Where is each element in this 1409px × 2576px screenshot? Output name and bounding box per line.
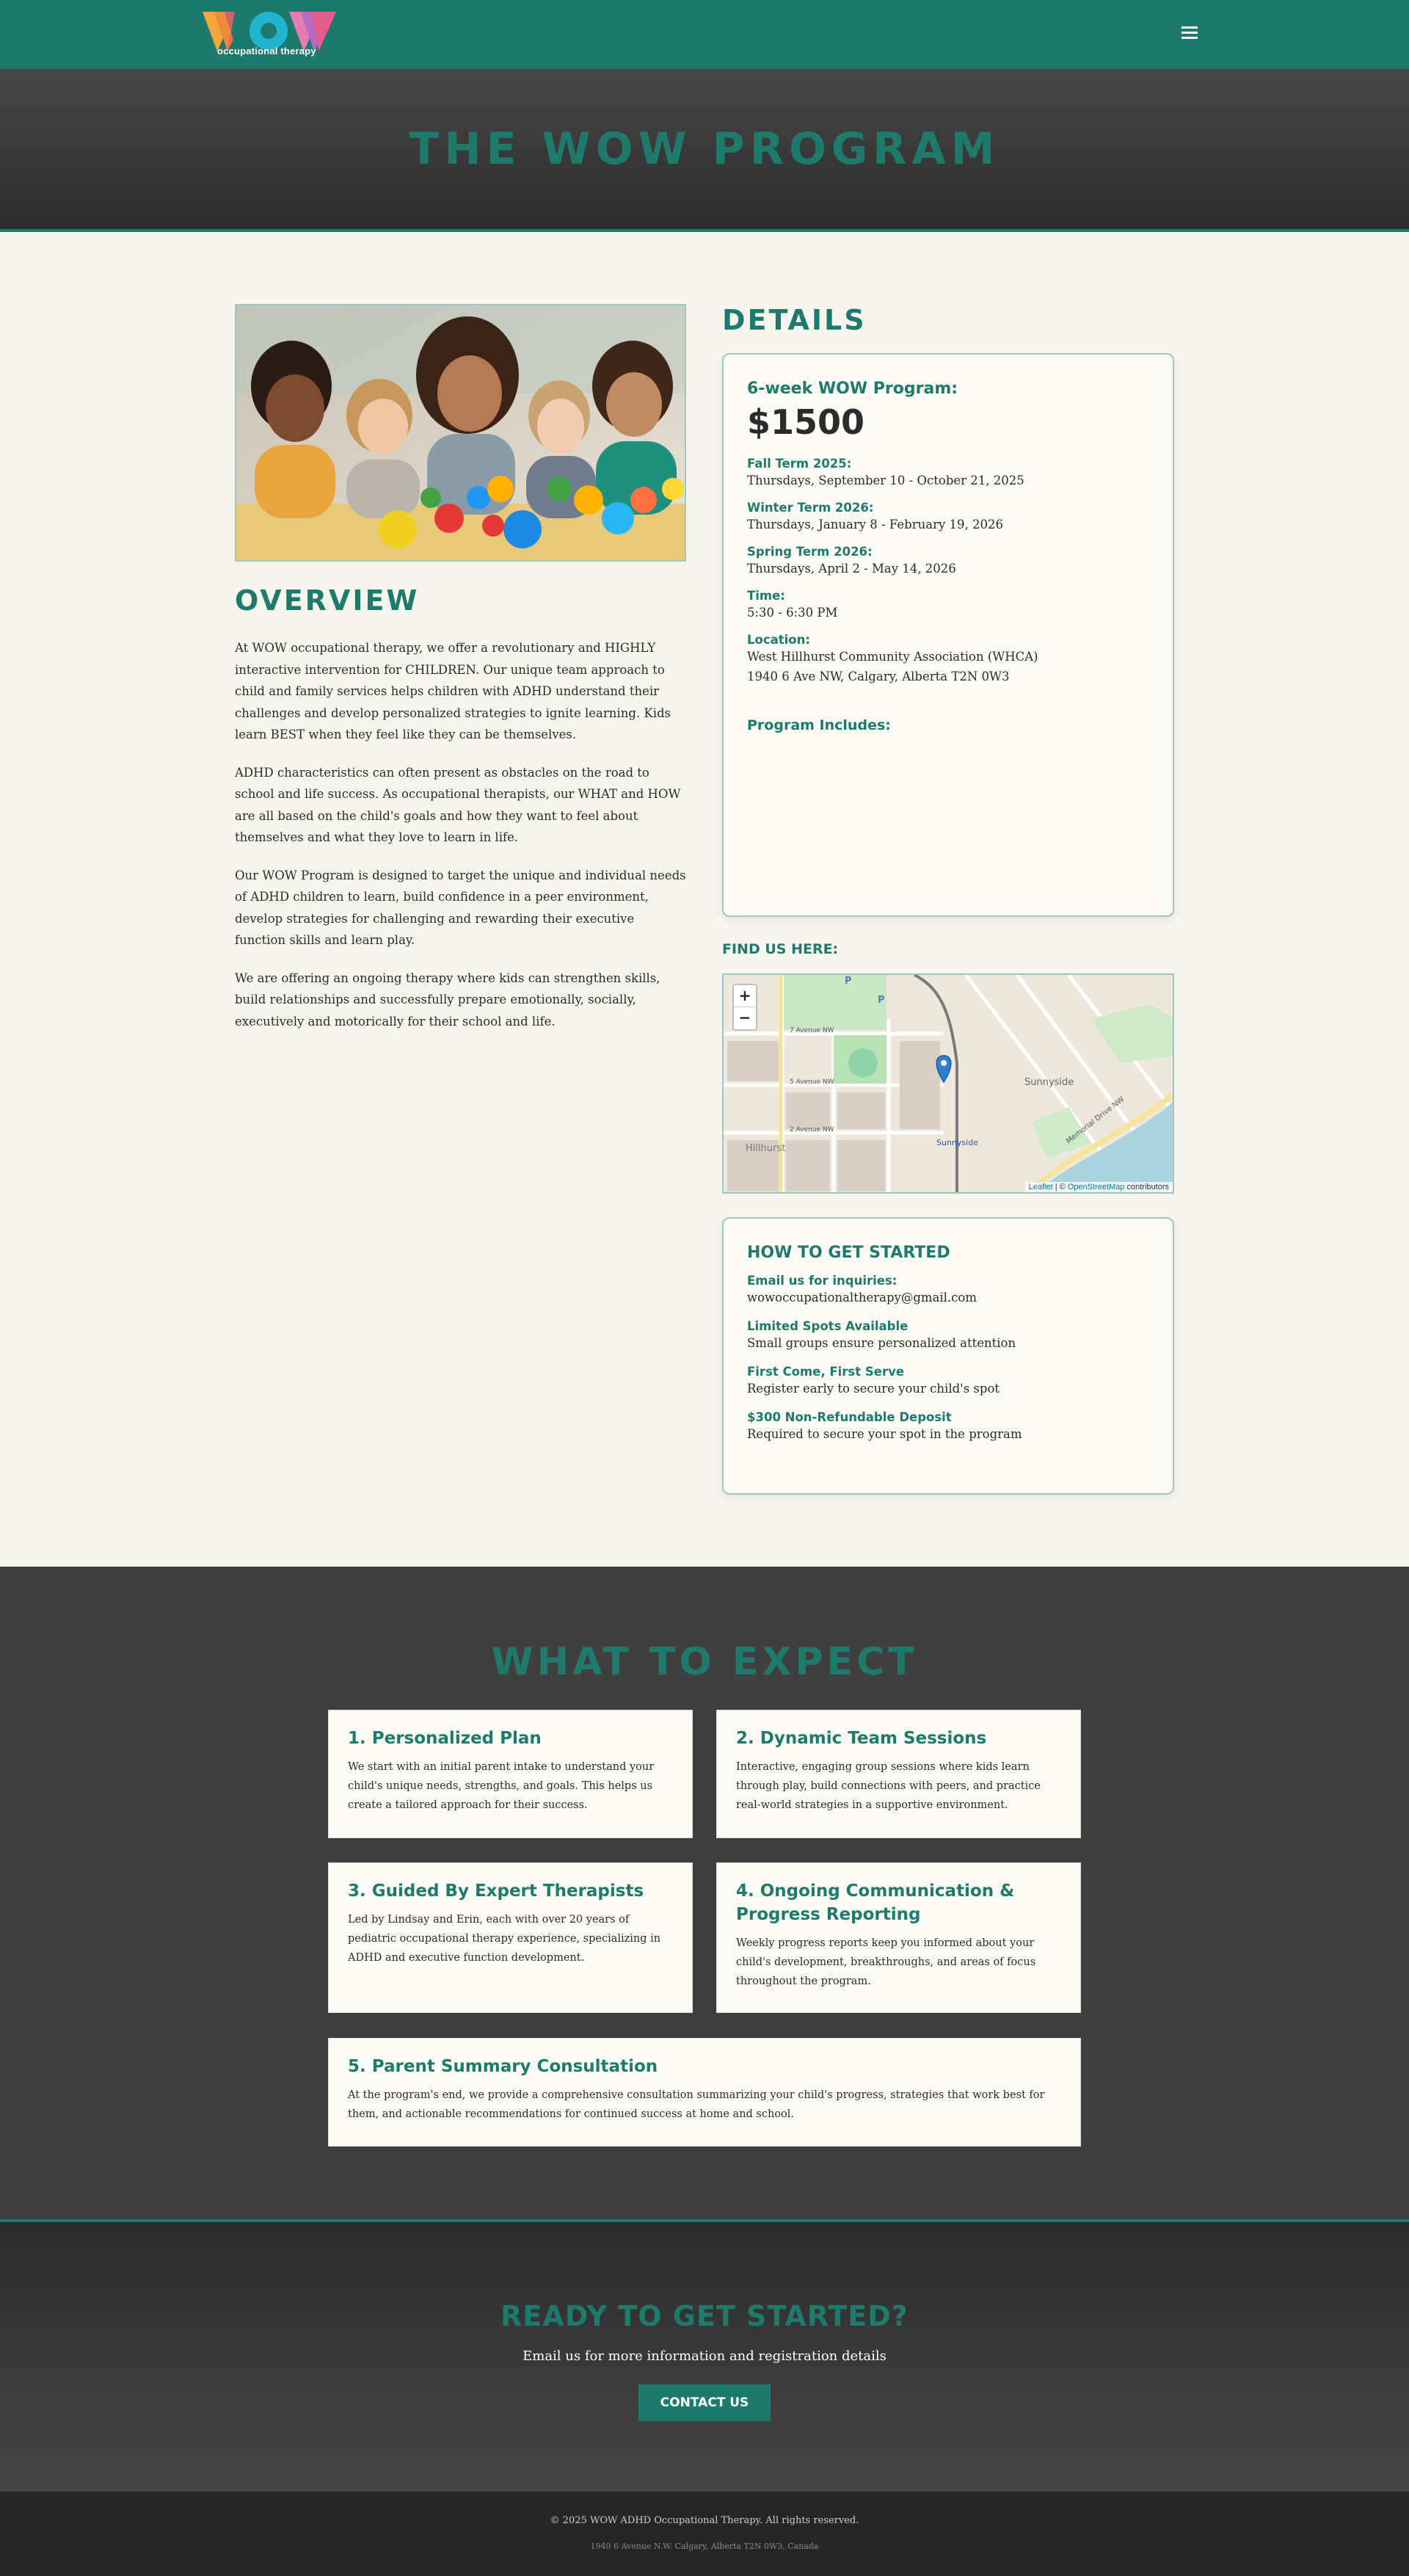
ready-subtext: Email us for more information and regist…: [523, 2348, 886, 2364]
map-label-street: 5 Avenue NW: [790, 1078, 834, 1086]
map-label-street: 7 Avenue NW: [790, 1027, 834, 1034]
expect-card-title: 4. Ongoing Communication & Progress Repo…: [736, 1882, 1015, 1924]
map-label-sunnyside: Sunnyside: [1024, 1077, 1074, 1088]
expect-card: 4. Ongoing Communication & Progress Repo…: [716, 1862, 1081, 2013]
deposit-value: Required to secure your spot in the prog…: [747, 1427, 1022, 1441]
overview-paragraph: At WOW occupational therapy, we offer a …: [235, 641, 671, 741]
first-come-value: Register early to secure your child's sp…: [747, 1382, 1000, 1396]
footer-address: 1940 6 Avenue N.W. Calgary, Alberta T2N …: [590, 2541, 819, 2551]
overview-paragraph: ADHD characteristics can often present a…: [235, 765, 681, 845]
expect-card: 1. Personalized Plan We start with an in…: [328, 1710, 693, 1838]
zoom-out-button[interactable]: −: [734, 1007, 756, 1029]
details-heading: DETAILS: [722, 304, 867, 336]
fall-term-label: Fall Term 2025:: [747, 457, 852, 471]
location-line-2: 1940 6 Ave NW, Calgary, Alberta T2N 0W3: [747, 670, 1010, 683]
openstreetmap-link[interactable]: OpenStreetMap: [1068, 1183, 1125, 1191]
first-come-label: First Come, First Serve: [747, 1365, 905, 1379]
list-item: [747, 763, 1149, 785]
map-label-street: Memorial Drive NW: [1065, 1095, 1126, 1145]
program-price: $1500: [747, 402, 865, 442]
map-attribution: Leaflet | © OpenStreetMap contributors: [1024, 1182, 1173, 1192]
list-item: [747, 807, 1149, 829]
spots-value: Small groups ensure personalized attenti…: [747, 1336, 1016, 1350]
overview-paragraph: Our WOW Program is designed to target th…: [235, 868, 686, 948]
expect-card-title: 5. Parent Summary Consultation: [348, 2057, 658, 2076]
logo-subtitle: occupational therapy: [217, 46, 316, 57]
top-navigation-bar: occupational therapy: [0, 0, 1409, 69]
overview-text: At WOW occupational therapy, we offer a …: [235, 637, 688, 1048]
footer-copyright: © 2025 WOW ADHD Occupational Therapy. Al…: [550, 2515, 859, 2526]
winter-term-value: Thursdays, January 8 - February 19, 2026: [747, 518, 1004, 531]
overview-heading: OVERVIEW: [235, 584, 420, 617]
expect-card-text: Interactive, engaging group sessions whe…: [736, 1761, 1041, 1811]
spots-label: Limited Spots Available: [747, 1319, 909, 1333]
map-label-street: 2 Avenue NW: [790, 1126, 834, 1133]
expect-card-title: 3. Guided By Expert Therapists: [348, 1882, 644, 1901]
fall-term-value: Thursdays, September 10 - October 21, 20…: [747, 474, 1024, 487]
hamburger-menu-icon[interactable]: [1182, 26, 1198, 40]
list-item: [747, 785, 1149, 807]
spring-term-value: Thursdays, April 2 - May 14, 2026: [747, 562, 956, 576]
attribution-suffix: contributors: [1126, 1183, 1169, 1191]
program-main-section: OVERVIEW At WOW occupational therapy, we…: [0, 232, 1409, 1567]
program-includes-label: Program Includes:: [747, 717, 891, 733]
expect-card-text: Led by Lindsay and Erin, each with over …: [348, 1914, 661, 1964]
time-value: 5:30 - 6:30 PM: [747, 606, 838, 620]
page-footer: © 2025 WOW ADHD Occupational Therapy. Al…: [0, 2492, 1409, 2576]
email-label: Email us for inquiries:: [747, 1274, 898, 1288]
email-link[interactable]: wowoccupationaltherapy@gmail.com: [747, 1288, 1149, 1307]
expect-card-text: We start with an initial parent intake t…: [348, 1761, 655, 1811]
program-includes-list: [747, 741, 1149, 851]
location-line-1: West Hillhurst Community Association (WH…: [747, 650, 1038, 664]
expect-card: 5. Parent Summary Consultation At the pr…: [328, 2038, 1081, 2147]
what-to-expect-section: WHAT TO EXPECT 1. Personalized Plan We s…: [0, 1567, 1409, 2222]
winter-term-label: Winter Term 2026:: [747, 501, 874, 515]
deposit-label: $300 Non-Refundable Deposit: [747, 1410, 952, 1424]
overview-paragraph: We are offering an ongoing therapy where…: [235, 970, 660, 1028]
program-details-card: 6-week WOW Program: $1500 Fall Term 2025…: [722, 353, 1174, 917]
leaflet-link[interactable]: Leaflet: [1029, 1183, 1053, 1191]
map-label-station: Sunnyside: [936, 1138, 978, 1147]
get-started-heading: HOW TO GET STARTED: [747, 1244, 950, 1262]
find-us-label: FIND US HERE:: [722, 941, 839, 957]
contact-us-button[interactable]: CONTACT US: [638, 2384, 771, 2421]
program-title: 6-week WOW Program:: [747, 380, 958, 398]
list-item: [747, 829, 1149, 851]
map-label-hillhurst: Hillhurst: [746, 1143, 785, 1154]
expect-card-title: 2. Dynamic Team Sessions: [736, 1729, 987, 1748]
page-title: THE WOW PROGRAM: [409, 123, 1000, 175]
expect-card: 2. Dynamic Team Sessions Interactive, en…: [716, 1710, 1081, 1838]
location-label: Location:: [747, 633, 810, 647]
expect-card-text: Weekly progress reports keep you informe…: [736, 1937, 1036, 1987]
spring-term-label: Spring Term 2026:: [747, 545, 873, 559]
expect-heading: WHAT TO EXPECT: [491, 1640, 918, 1684]
get-started-card: HOW TO GET STARTED Email us for inquirie…: [722, 1217, 1174, 1495]
ready-heading: READY TO GET STARTED?: [500, 2300, 909, 2332]
time-label: Time:: [747, 589, 785, 603]
list-item: [747, 741, 1149, 763]
map-zoom-control: + −: [732, 984, 757, 1031]
expect-card: 3. Guided By Expert Therapists Led by Li…: [328, 1862, 693, 2013]
expect-card-text: At the program's end, we provide a compr…: [348, 2089, 1045, 2120]
zoom-in-button[interactable]: +: [734, 985, 756, 1007]
page-hero: THE WOW PROGRAM: [0, 69, 1409, 232]
ready-section: READY TO GET STARTED? Email us for more …: [0, 2222, 1409, 2492]
expect-card-title: 1. Personalized Plan: [348, 1729, 542, 1748]
location-map[interactable]: P P Sunnyside Hillhurst Sunnyside 7 Aven…: [722, 973, 1174, 1194]
children-playing-photo: [235, 304, 686, 562]
